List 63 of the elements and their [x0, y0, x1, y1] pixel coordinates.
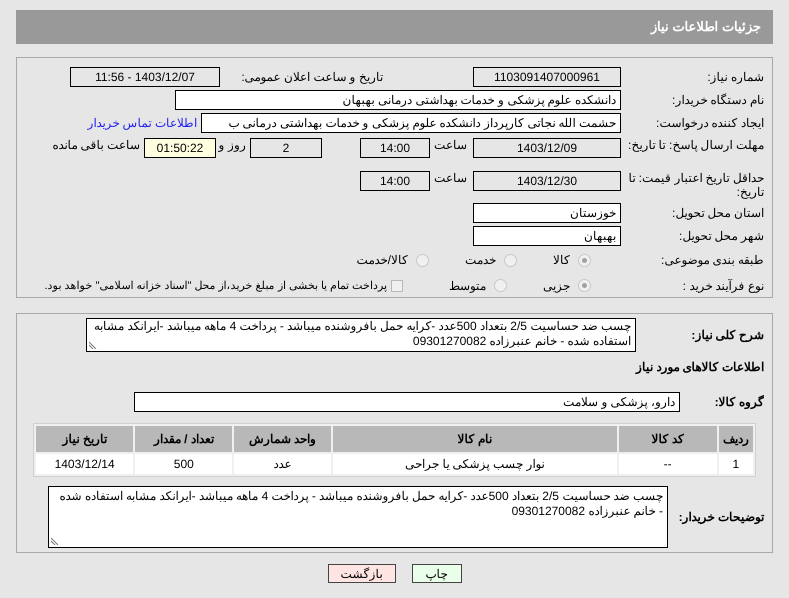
column-header: تاریخ نیاز — [36, 426, 134, 452]
text-field[interactable]: حشمت الله نجاتی کارپرداز دانشکده علوم پزشکی و خدمات بهداشتی درمانی ب — [201, 113, 621, 133]
field-label: شماره نیاز: — [706, 70, 764, 84]
radio-button[interactable] — [494, 279, 507, 292]
radio-button[interactable] — [504, 254, 517, 267]
column-header: واحد شمارش — [234, 426, 331, 452]
resize-grip-icon — [51, 537, 59, 545]
table-cell: 1403/12/14 — [36, 454, 134, 474]
table-cell: نوار چسب پزشکی یا جراحی — [332, 454, 617, 474]
radio-label: متوسط — [449, 278, 486, 295]
print-button[interactable]: چاپ — [412, 564, 462, 583]
table-cell: -- — [618, 454, 717, 474]
field-label: طبقه بندی موضوعی: — [660, 253, 764, 268]
field-label: شهر محل تحویل: — [678, 229, 764, 243]
column-header: کد کالا — [618, 426, 717, 452]
column-header: نام کالا — [332, 426, 617, 452]
radio-label: جزیی — [543, 278, 570, 295]
radio-button[interactable] — [578, 279, 591, 292]
text-field[interactable]: بهبهان — [473, 226, 621, 246]
field-label: ایجاد کننده درخواست: — [654, 116, 764, 130]
field-label: تاریخ و ساعت اعلان عمومی: — [240, 70, 384, 84]
radio-label: کالا/خدمت — [356, 252, 408, 270]
text-field[interactable]: 1403/12/07 - 11:56 — [70, 67, 220, 87]
field-label: نام دستگاه خریدار: — [670, 93, 764, 107]
page-header: جزئیات اطلاعات نیاز — [16, 10, 773, 44]
text-field[interactable]: دانشکده علوم پزشکی و خدمات بهداشتی درمانی بهبهان — [175, 90, 621, 110]
text-field[interactable]: 14:00 — [360, 138, 430, 158]
section-heading: اطلاعات کالاهای مورد نیاز — [634, 359, 764, 376]
table-cell: عدد — [234, 454, 331, 474]
column-header: تعداد / مقدار — [135, 426, 232, 452]
text-field[interactable]: خوزستان — [473, 203, 621, 223]
table-cell: 500 — [135, 454, 232, 474]
radio-button[interactable] — [578, 254, 591, 267]
description-textarea[interactable]: چسب ضد حساسیت 2/5 بتعداد 500عدد -کرایه حمل بافروشنده میباشد - پرداخت 4 ماهه میباشد -ایرانکد مشابه استفاده شده - خانم عنبرزاده 09301270082 — [86, 318, 636, 352]
radio-label: خدمت — [465, 252, 496, 270]
table-cell: 1 — [718, 454, 753, 474]
text-field[interactable]: 1103091407000961 — [473, 67, 621, 87]
buyer-contact-link[interactable]: اطلاعات تماس خریدار — [87, 114, 197, 132]
radio-button[interactable] — [416, 254, 429, 267]
field-label: توضیحات خریدار: — [678, 509, 764, 526]
text-field[interactable]: 14:00 — [360, 171, 430, 191]
field-label: ساعت — [433, 138, 468, 152]
column-header: ردیف — [718, 426, 753, 452]
back-button[interactable]: بازگشت — [328, 564, 396, 583]
resize-grip-icon — [89, 341, 97, 349]
text-field[interactable]: دارو، پزشکی و سلامت — [134, 392, 680, 412]
text-field[interactable]: 1403/12/30 — [473, 171, 621, 191]
field-label: گروه کالا: — [714, 394, 764, 411]
field-label: استان محل تحویل: — [670, 206, 764, 220]
radio-label: کالا — [553, 252, 570, 270]
text-field[interactable]: 1403/12/09 — [473, 138, 621, 158]
field-label: شرح کلی نیاز: — [690, 327, 764, 344]
field-label: نوع فرآیند خرید : — [682, 278, 764, 293]
field-label: مهلت ارسال پاسخ: تا تاریخ: — [626, 138, 764, 152]
text-field[interactable]: 2 — [250, 138, 322, 158]
checkbox[interactable] — [391, 280, 403, 292]
notes-textarea[interactable]: چسب ضد حساسیت 2/5 بتعداد 500عدد -کرایه حمل بافروشنده میباشد - پرداخت 4 ماهه میباشد -ایرانکد مشابه استفاده شده - خانم عنبرزاده 09301270082 — [48, 486, 668, 548]
field-label: حداقل تاریخ اعتبار قیمت: تا تاریخ: — [627, 171, 764, 199]
field-label: ساعت — [433, 171, 468, 185]
text-field[interactable]: 01:50:22 — [144, 138, 216, 158]
field-label: ساعت باقی مانده — [51, 138, 141, 152]
field-label: روز و — [217, 138, 247, 152]
checkbox-label: پرداخت تمام یا بخشی از مبلغ خرید،از محل "اسناد خزانه اسلامی" خواهد بود. — [44, 278, 387, 294]
